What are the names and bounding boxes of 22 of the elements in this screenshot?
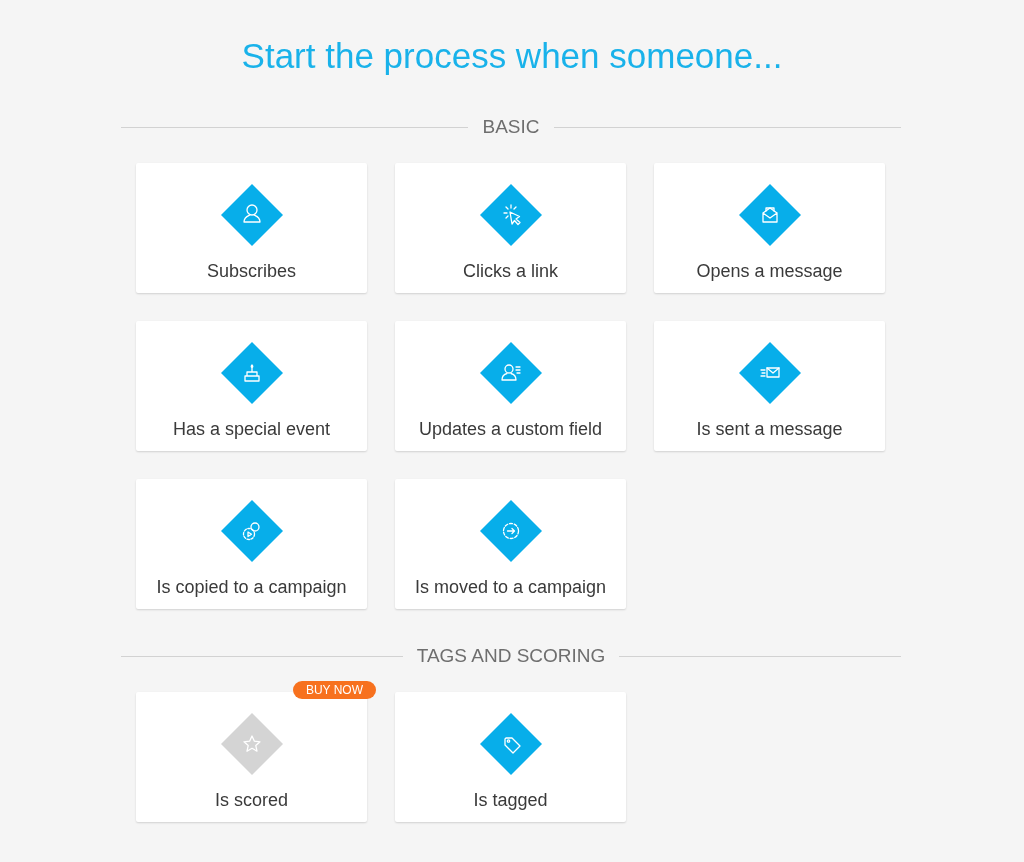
page-title: Start the process when someone... bbox=[240, 36, 784, 76]
trigger-label: Is scored bbox=[215, 790, 288, 811]
trigger-card[interactable]: Is copied to a campaign bbox=[136, 479, 367, 609]
trigger-label: Has a special event bbox=[172, 419, 331, 440]
trigger-card[interactable]: Subscribes bbox=[136, 163, 367, 293]
trigger-label: Is moved to a campaign bbox=[414, 577, 607, 598]
trigger-card[interactable]: Updates a custom field bbox=[395, 321, 626, 451]
trigger-label: Clicks a link bbox=[463, 261, 558, 282]
trigger-card[interactable]: Is tagged bbox=[395, 692, 626, 822]
trigger-label: Is copied to a campaign bbox=[156, 577, 347, 598]
trigger-label: Opens a message bbox=[696, 261, 843, 282]
trigger-card[interactable]: Is sent a message bbox=[654, 321, 885, 451]
trigger-label: Is sent a message bbox=[696, 419, 843, 440]
section-heading: TAGS AND SCORING bbox=[416, 645, 606, 667]
trigger-card[interactable]: Is moved to a campaign bbox=[395, 479, 626, 609]
trigger-label: Updates a custom field bbox=[418, 419, 603, 440]
trigger-label: Subscribes bbox=[206, 261, 296, 282]
trigger-card[interactable]: Has a special event bbox=[136, 321, 367, 451]
trigger-card[interactable]: Clicks a link bbox=[395, 163, 626, 293]
section-heading: BASIC bbox=[482, 116, 540, 138]
trigger-card[interactable]: Opens a message bbox=[654, 163, 885, 293]
trigger-label: Is tagged bbox=[473, 790, 548, 811]
